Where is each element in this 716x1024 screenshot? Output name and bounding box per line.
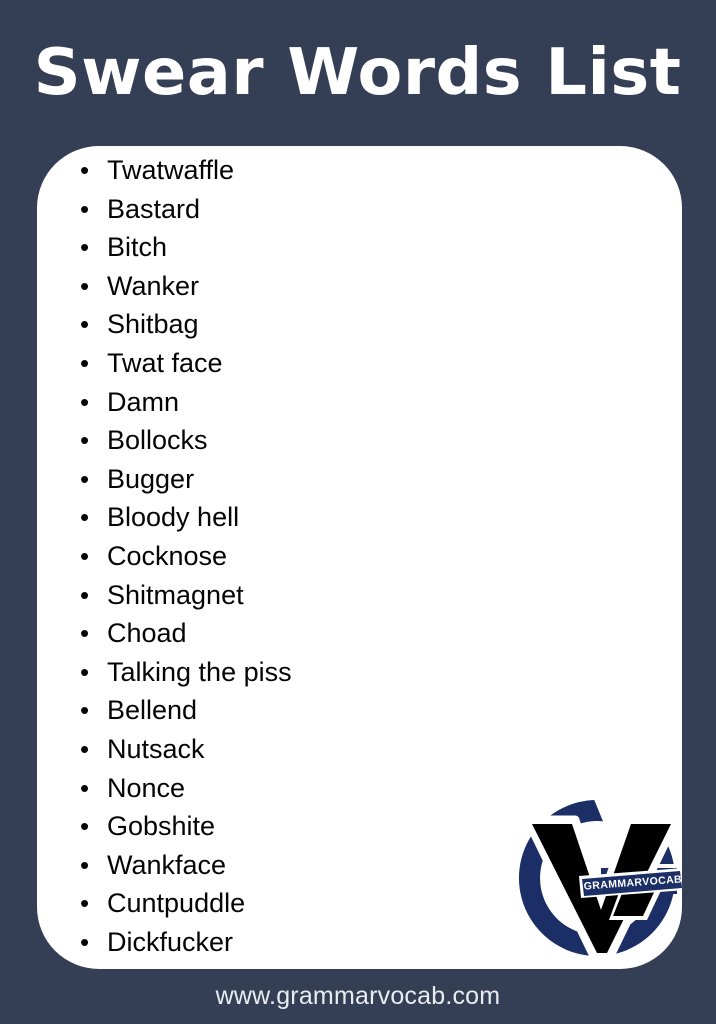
bullet-icon: • <box>80 193 90 224</box>
bullet-icon: • <box>80 502 90 533</box>
bullet-icon: • <box>80 270 90 301</box>
list-item-label: Bastard <box>107 193 201 224</box>
list-item-label: Nutsack <box>107 733 205 764</box>
list-item-label: Gobshite <box>107 811 216 842</box>
list-item: • Cocknose <box>80 537 292 576</box>
list-item-label: Bloody hell <box>107 502 240 533</box>
list-item: • Choad <box>80 614 292 653</box>
list-item: • Twatwaffle <box>80 151 292 190</box>
list-item: • Bitch <box>80 228 292 267</box>
list-item-label: Wankface <box>107 849 227 880</box>
bullet-icon: • <box>80 733 90 764</box>
list-item: • Wankface <box>80 846 292 885</box>
bullet-icon: • <box>80 618 90 649</box>
list-item-label: Twatwaffle <box>107 155 235 185</box>
title-bar: Swear Words List <box>0 0 716 146</box>
bullet-icon: • <box>80 540 90 571</box>
list-item-label: Nonce <box>107 772 186 803</box>
list-item: • Bellend <box>80 691 292 730</box>
list-item: • Nonce <box>80 769 292 808</box>
list-item: • Bollocks <box>80 421 292 460</box>
list-item: • Dickfucker <box>80 923 292 962</box>
bullet-icon: • <box>80 463 90 494</box>
list-item-label: Twat face <box>107 347 223 378</box>
list-item: • Talking the piss <box>80 653 292 692</box>
bullet-icon: • <box>80 309 90 340</box>
list-item: • Bastard <box>80 190 292 229</box>
bullet-icon: • <box>80 579 90 610</box>
list-item-label: Shitmagnet <box>107 579 244 610</box>
bullet-icon: • <box>80 232 90 263</box>
list-item-label: Bitch <box>107 232 168 263</box>
bullet-icon: • <box>80 926 90 957</box>
list-item-label: Talking the piss <box>107 656 292 687</box>
list-item: • Damn <box>80 383 292 422</box>
footer-bar: www.grammarvocab.com <box>0 969 716 1024</box>
grammarvocab-logo: GRAMMARVOCAB <box>505 790 682 965</box>
list-item: • Wanker <box>80 267 292 306</box>
bullet-icon: • <box>80 888 90 919</box>
list-item: • Nutsack <box>80 730 292 769</box>
list-item-label: Cuntpuddle <box>107 888 246 919</box>
bullet-icon: • <box>80 155 90 185</box>
bullet-icon: • <box>80 772 90 803</box>
list-item-label: Damn <box>107 386 180 417</box>
list-item: • Cuntpuddle <box>80 884 292 923</box>
bullet-icon: • <box>80 425 90 456</box>
list-item-label: Bellend <box>107 695 198 726</box>
list-item: • Shitmagnet <box>80 576 292 615</box>
list-item: • Bugger <box>80 460 292 499</box>
bullet-icon: • <box>80 849 90 880</box>
list-item-label: Bollocks <box>107 425 208 456</box>
site-url[interactable]: www.grammarvocab.com <box>216 982 501 1011</box>
list-item: • Bloody hell <box>80 498 292 537</box>
list-item: • Shitbag <box>80 305 292 344</box>
bullet-icon: • <box>80 811 90 842</box>
bullet-icon: • <box>80 386 90 417</box>
list-item-label: Dickfucker <box>107 926 234 957</box>
content-card: • Twatwaffle • Bastard • Bitch • Wanker • Shitbag… <box>37 146 682 969</box>
bullet-icon: • <box>80 695 90 726</box>
page-title: Swear Words List <box>34 36 682 110</box>
poster-root: Swear Words List • Twatwaffle • Bastard • Bit… <box>0 0 716 1024</box>
swear-words-list: • Twatwaffle • Bastard • Bitch • Wanker • Shitbag… <box>80 151 292 961</box>
list-item: • Gobshite <box>80 807 292 846</box>
list-item-label: Bugger <box>107 463 195 494</box>
bullet-icon: • <box>80 656 90 687</box>
list-item-label: Choad <box>107 618 187 649</box>
list-item-label: Wanker <box>107 270 200 301</box>
list-item-label: Shitbag <box>107 309 199 340</box>
bullet-icon: • <box>80 347 90 378</box>
list-item-label: Cocknose <box>107 540 228 571</box>
list-item: • Twat face <box>80 344 292 383</box>
